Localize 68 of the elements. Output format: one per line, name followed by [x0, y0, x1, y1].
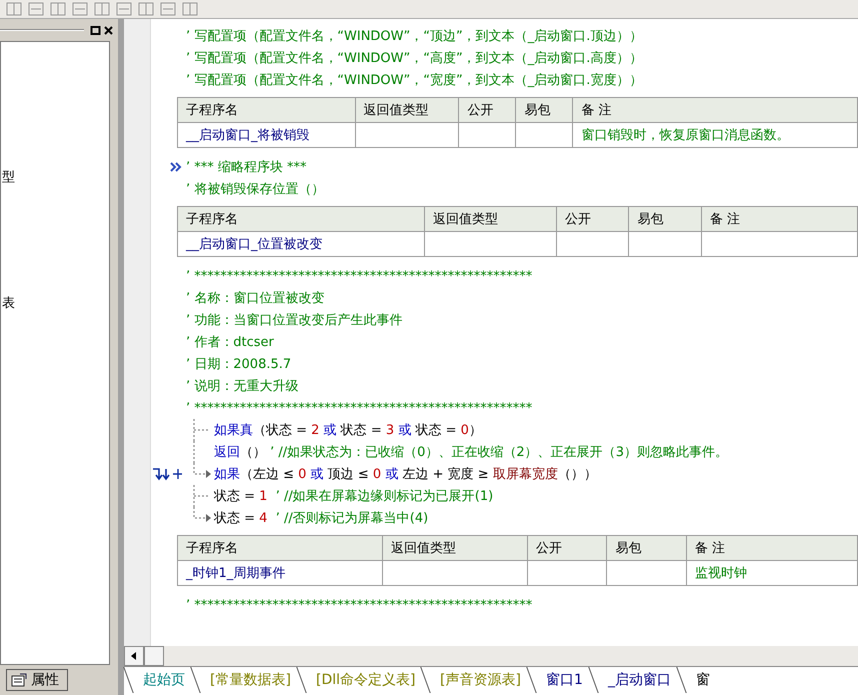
table-cell[interactable]: __启动窗口_将被销毁 [178, 122, 356, 148]
code-line: ’ 将被销毁保存位置（） [186, 181, 324, 198]
table-header-cell: 备 注 [701, 206, 858, 232]
code-line: ’ 写配置项（配置文件名，“WINDOW”，“高度”，到文本（_启动窗口.高度）） [186, 50, 642, 67]
tree-item[interactable]: 表 [2, 294, 15, 312]
code-line: ’ **************************************************** [186, 268, 532, 284]
code-line: ’ 写配置项（配置文件名，“WINDOW”，“宽度”，到文本（_启动窗口.宽度）） [186, 72, 642, 89]
code-line: ’ 说明：无重大升级 [186, 378, 298, 395]
align-tool-icon[interactable] [94, 2, 110, 16]
table-header-cell: 易包 [628, 206, 702, 232]
document-tab[interactable]: _启动窗口 [588, 667, 686, 693]
code-line: 返回（） ’ //如果状态为：已收缩（0）、正在收缩（2）、正在展开（3）则忽略此事件。 [214, 444, 728, 461]
code-line: ’ 日期：2008.5.7 [186, 356, 292, 373]
table-cell [458, 122, 516, 148]
table-header-cell: 子程序名 [178, 98, 356, 122]
table-header-cell: 返回值类型 [424, 206, 557, 232]
table-cell: 监视时钟 [686, 560, 858, 586]
code-line: ’ 作者：dtcser [186, 334, 274, 351]
code-line: ’ *** 缩略程序块 *** [186, 159, 307, 176]
align-tool-icon[interactable] [28, 2, 44, 16]
properties-icon [11, 673, 27, 687]
table-header-cell: 返回值类型 [355, 98, 459, 122]
close-icon[interactable] [103, 24, 114, 36]
left-arrow-icon [131, 652, 137, 660]
code-line: 如果（左边 ≤ 0 或 顶边 ≤ 0 或 左边 + 宽度 ≥ 取屏幕宽度（）） [214, 466, 597, 483]
code-line: 如果真（状态 = 2 或 状态 = 3 或 状态 = 0） [214, 422, 482, 439]
code-line: ’ **************************************************** [186, 400, 532, 416]
align-tool-icon[interactable] [160, 2, 176, 16]
document-tab[interactable]: 窗口1 [526, 667, 598, 693]
document-tab[interactable]: [常量数据表] [190, 667, 306, 693]
code-line: ’ 名称：窗口位置被改变 [186, 290, 324, 307]
align-tool-icon[interactable] [72, 2, 88, 16]
scrollbar-thumb[interactable] [144, 646, 164, 666]
table-header-cell: 易包 [516, 98, 573, 122]
flow-connector-icon [193, 485, 211, 507]
flow-arrows-icon[interactable] [151, 467, 182, 481]
code-line: ’ **************************************************** [186, 598, 532, 612]
code-line: 状态 = 1 ’ //如果在屏幕边缘则标记为已展开(1) [214, 488, 494, 505]
align-tool-icon[interactable] [50, 2, 66, 16]
table-header-cell: 公开 [556, 206, 629, 232]
table-cell [516, 122, 573, 148]
table-cell[interactable]: __启动窗口_位置被改变 [178, 232, 425, 256]
table-cell: 窗口销毁时，恢复原窗口消息函数。 [572, 122, 858, 148]
properties-tab[interactable]: 属性 [6, 669, 68, 691]
tree-item[interactable]: 型 [2, 168, 15, 186]
maximize-icon[interactable] [90, 24, 101, 36]
document-tab[interactable]: [Dll命令定义表] [296, 667, 430, 693]
align-tool-icon[interactable] [116, 2, 132, 16]
table-cell[interactable]: _时钟1_周期事件 [178, 560, 383, 586]
table-header-cell: 子程序名 [178, 536, 383, 560]
table-header-cell: 公开 [458, 98, 516, 122]
table-header-cell: 返回值类型 [382, 536, 528, 560]
scroll-left-button[interactable] [124, 646, 144, 666]
double-chevron-icon[interactable] [170, 162, 182, 172]
table-header-cell: 子程序名 [178, 206, 425, 232]
table-header-cell: 备 注 [572, 98, 858, 122]
code-line: 状态 = 4 ’ //否则标记为屏幕当中(4) [214, 510, 428, 527]
code-line: ’ 功能：当窗口位置改变后产生此事件 [186, 312, 402, 329]
table-header-cell: 易包 [606, 536, 686, 560]
align-tool-icon[interactable] [6, 2, 22, 16]
code-line: ’ 写配置项（配置文件名，“WINDOW”，“顶边”，到文本（_启动窗口.顶边）） [186, 28, 642, 45]
document-tab[interactable]: 窗 [676, 667, 726, 693]
align-tool-icon[interactable] [182, 2, 198, 16]
document-tab[interactable]: [声音资源表] [420, 667, 536, 693]
table-header-cell: 备 注 [686, 536, 858, 560]
document-tab[interactable]: 起始页 [123, 667, 200, 693]
table-header-cell: 公开 [527, 536, 607, 560]
align-tool-icon[interactable] [138, 2, 154, 16]
